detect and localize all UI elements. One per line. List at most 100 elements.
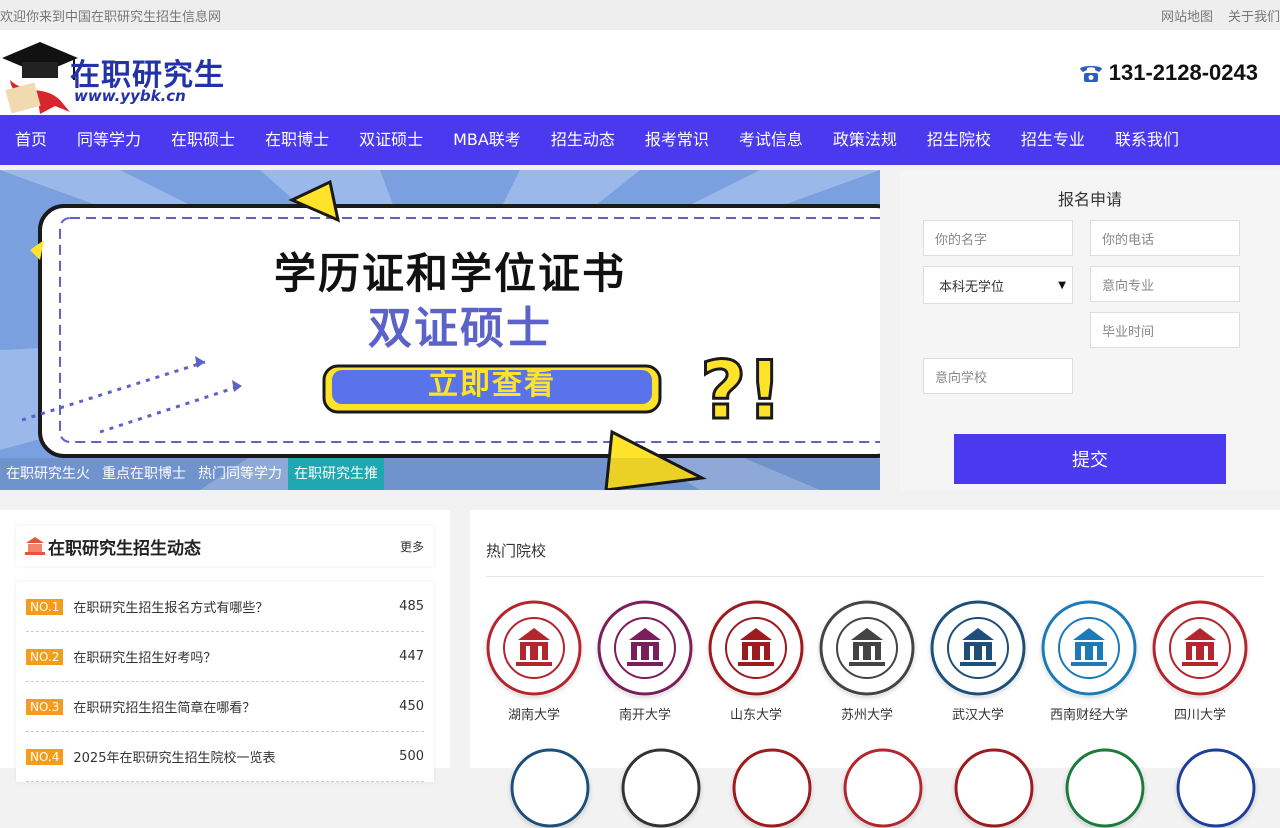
phone-contact[interactable]: 131-2128-0243 xyxy=(1079,60,1280,86)
main-nav: 首页 同等学力 在职硕士 在职博士 双证硕士 MBA联考 招生动态 报考常识 考… xyxy=(0,115,1280,165)
news-item-count: 485 xyxy=(399,599,424,614)
news-more-link[interactable]: 更多 xyxy=(400,538,424,555)
news-header: 在职研究生招生动态 更多 xyxy=(16,526,434,566)
name-input[interactable]: 你的名字 xyxy=(923,220,1073,256)
news-item-title[interactable]: 在职研究招生招生简章在哪看？ xyxy=(73,697,255,716)
major-input[interactable]: 意向专业 xyxy=(1090,266,1240,302)
school-item[interactable] xyxy=(611,748,711,828)
school-seal-icon xyxy=(954,748,1034,828)
welcome-text: 欢迎你来到中国在职研究生招生信息网 xyxy=(0,9,222,25)
news-item-title[interactable]: 在职研究生招生好考吗？ xyxy=(73,647,216,666)
school-item[interactable] xyxy=(722,748,822,828)
phone-input[interactable]: 你的电话 xyxy=(1090,220,1240,256)
news-item-title[interactable]: 2025年在职研究生招生院校一览表 xyxy=(73,747,275,766)
site-logo[interactable]: 在职研究生 www.yybk.cn xyxy=(0,30,240,115)
school-item[interactable] xyxy=(1166,748,1266,828)
school-seal-icon xyxy=(732,748,812,828)
banner-subhead: 双证硕士 xyxy=(368,303,552,354)
apply-form: 报名申请 你的名字 你的电话 本科无学位 ▼ 意向专业 毕业时间 意向学校 提交 xyxy=(900,170,1280,490)
top-bar: 欢迎你来到中国在职研究生招生信息网 网站地图 关于我们 xyxy=(0,0,1280,30)
school-seal-icon xyxy=(1041,600,1137,696)
banner-caption-2[interactable]: 重点在职博士 xyxy=(96,458,192,490)
school-seal-icon xyxy=(1065,748,1145,828)
nav-contact[interactable]: 联系我们 xyxy=(1100,115,1194,165)
top-links: 网站地图 关于我们 xyxy=(1161,6,1280,25)
school-seal-icon xyxy=(510,748,590,828)
form-title: 报名申请 xyxy=(1057,190,1122,209)
submit-button[interactable]: 提交 xyxy=(954,434,1226,484)
phone-number: 131-2128-0243 xyxy=(1108,59,1258,85)
school-item[interactable]: 武汉大学 xyxy=(928,600,1028,723)
nav-parttime-doctor[interactable]: 在职博士 xyxy=(250,115,344,165)
school-item[interactable]: 西南财经大学 xyxy=(1039,600,1139,723)
news-item-count: 447 xyxy=(399,649,424,664)
rank-badge: NO.3 xyxy=(26,698,64,715)
degree-select[interactable]: 本科无学位 ▼ xyxy=(923,266,1073,304)
nav-majors[interactable]: 招生专业 xyxy=(1006,115,1100,165)
news-list: NO.1 在职研究生招生报名方式有哪些？ 485 NO.2 在职研究生招生好考吗？ … xyxy=(16,582,434,782)
divider xyxy=(486,576,1264,577)
nav-parttime-master[interactable]: 在职硕士 xyxy=(156,115,250,165)
sitemap-link[interactable]: 网站地图 xyxy=(1161,6,1213,25)
school-item[interactable]: 四川大学 xyxy=(1150,600,1250,723)
banner-cta[interactable]: 立即查看 xyxy=(332,366,652,404)
nav-home[interactable]: 首页 xyxy=(0,115,62,165)
school-name[interactable]: 西南财经大学 xyxy=(1039,704,1139,723)
school-seal-icon xyxy=(1152,600,1248,696)
school-seal-icon xyxy=(1176,748,1256,828)
nav-schools[interactable]: 招生院校 xyxy=(912,115,1006,165)
school-input[interactable]: 意向学校 xyxy=(923,358,1073,394)
school-name[interactable]: 山东大学 xyxy=(706,704,806,723)
nav-admission-news[interactable]: 招生动态 xyxy=(536,115,630,165)
news-item: NO.2 在职研究生招生好考吗？ 447 xyxy=(26,632,424,682)
nav-equivalent-degree[interactable]: 同等学力 xyxy=(62,115,156,165)
news-item: NO.4 2025年在职研究生招生院校一览表 500 xyxy=(26,732,424,782)
logo-url: www.yybk.cn xyxy=(74,87,186,105)
schools-title: 热门院校 xyxy=(486,542,547,560)
nav-dual-cert-master[interactable]: 双证硕士 xyxy=(344,115,438,165)
school-item[interactable] xyxy=(500,748,600,828)
news-item-title[interactable]: 在职研究生招生报名方式有哪些？ xyxy=(73,597,268,616)
news-item-count: 450 xyxy=(399,699,424,714)
banner-caption-4[interactable]: 在职研究生推 xyxy=(288,458,384,490)
school-item[interactable]: 湖南大学 xyxy=(484,600,584,723)
svg-text:?!: ?! xyxy=(700,344,783,437)
about-link[interactable]: 关于我们 xyxy=(1228,6,1280,25)
site-header: 在职研究生 www.yybk.cn 131-2128-0243 xyxy=(0,30,1280,115)
school-name[interactable]: 湖南大学 xyxy=(484,704,584,723)
school-seal-icon xyxy=(708,600,804,696)
banner-caption-3[interactable]: 热门同等学力 xyxy=(192,458,288,490)
degree-select-value: 本科无学位 xyxy=(939,279,1005,295)
graduation-cap-icon xyxy=(2,42,78,114)
nav-policies[interactable]: 政策法规 xyxy=(818,115,912,165)
school-item[interactable]: 南开大学 xyxy=(595,600,695,723)
banner-caption-1[interactable]: 在职研究生火 xyxy=(0,458,96,490)
rank-badge: NO.1 xyxy=(26,598,64,615)
nav-exam-tips[interactable]: 报考常识 xyxy=(630,115,724,165)
nav-exam-info[interactable]: 考试信息 xyxy=(724,115,818,165)
school-name[interactable]: 苏州大学 xyxy=(817,704,917,723)
phone-icon xyxy=(1079,65,1102,82)
news-panel: 在职研究生招生动态 更多 NO.1 在职研究生招生报名方式有哪些？ 485 NO.… xyxy=(0,510,450,782)
school-item[interactable]: 山东大学 xyxy=(706,600,806,723)
school-seal-icon xyxy=(621,748,701,828)
news-item: NO.3 在职研究招生招生简章在哪看？ 450 xyxy=(26,682,424,732)
school-name[interactable]: 南开大学 xyxy=(595,704,695,723)
school-seal-icon xyxy=(930,600,1026,696)
school-name[interactable]: 四川大学 xyxy=(1150,704,1250,723)
school-seal-icon xyxy=(597,600,693,696)
hero-row: ?! 学历证和学位证书 双证硕士 立即查看 在职研究生火 重点在职博士 热门同等… xyxy=(0,170,1280,490)
school-name[interactable]: 武汉大学 xyxy=(928,704,1028,723)
school-item[interactable]: 苏州大学 xyxy=(817,600,917,723)
dropdown-arrow-icon: ▼ xyxy=(1058,279,1066,291)
nav-mba[interactable]: MBA联考 xyxy=(438,115,536,165)
graduation-time-input[interactable]: 毕业时间 xyxy=(1090,312,1240,348)
news-title: 在职研究生招生动态 xyxy=(48,538,201,559)
promo-banner[interactable]: ?! 学历证和学位证书 双证硕士 立即查看 在职研究生火 重点在职博士 热门同等… xyxy=(0,170,880,490)
school-item[interactable] xyxy=(1055,748,1155,828)
school-item[interactable] xyxy=(944,748,1044,828)
news-item: NO.1 在职研究生招生报名方式有哪些？ 485 xyxy=(26,582,424,632)
banner-captions: 在职研究生火 重点在职博士 热门同等学力 在职研究生推 xyxy=(0,458,880,490)
school-seal-icon xyxy=(486,600,582,696)
school-item[interactable] xyxy=(833,748,933,828)
